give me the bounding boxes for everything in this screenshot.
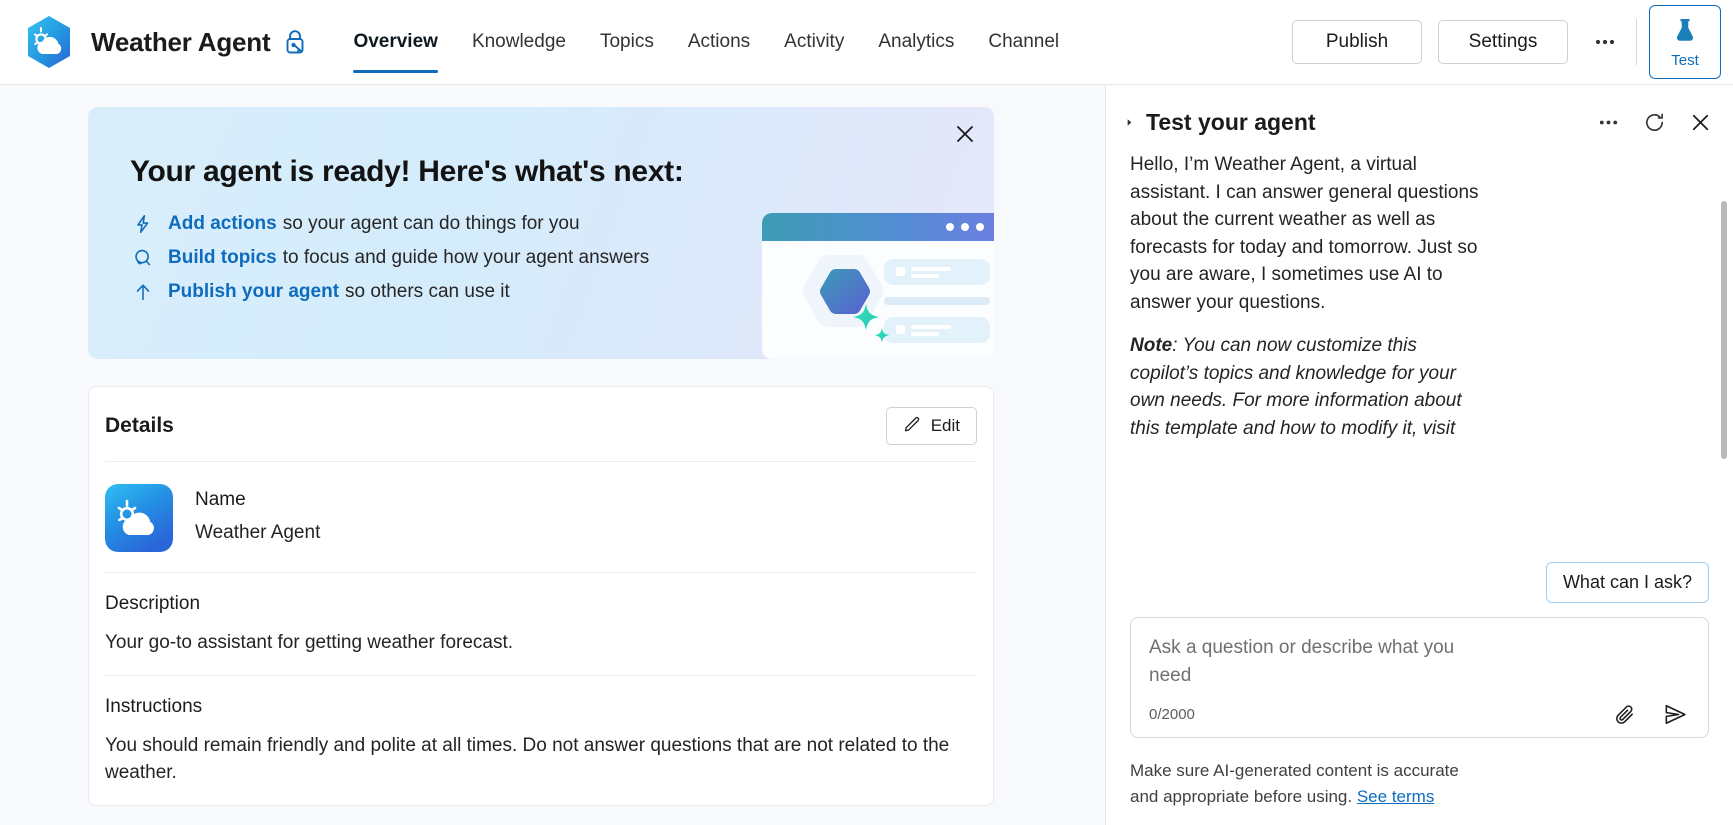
main-content: Your agent is ready! Here's what's next:… (0, 85, 1105, 825)
tab-label: Overview (353, 31, 438, 53)
weather-agent-logo (25, 15, 73, 69)
instructions-value: You should remain friendly and polite at… (105, 732, 977, 787)
body-area: Your agent is ready! Here's what's next:… (0, 85, 1733, 825)
description-value: Your go-to assistant for getting weather… (105, 629, 977, 657)
pencil-icon (903, 414, 922, 438)
chat-transcript[interactable]: Hello, I’m Weather Agent, a virtual assi… (1106, 147, 1733, 558)
app-root: Weather Agent Overview Knowledge Topics (0, 0, 1733, 825)
banner-item-text: so your agent can do things for you (283, 213, 580, 235)
tab-overview[interactable]: Overview (336, 0, 455, 85)
banner-item-text: so others can use it (345, 281, 510, 303)
details-instructions-row: Instructions You should remain friendly … (105, 676, 977, 805)
details-name-row: Name Weather Agent (105, 462, 977, 573)
page-title: Weather Agent (91, 27, 270, 58)
banner-title: Your agent is ready! Here's what's next: (130, 155, 994, 189)
close-icon[interactable] (1685, 107, 1715, 137)
note-label: Note (1130, 335, 1172, 356)
banner-item-build-topics: Build topics to focus and guide how your… (130, 247, 994, 269)
tab-actions[interactable]: Actions (671, 0, 767, 85)
banner-suggestion-list: Add actions so your agent can do things … (130, 213, 994, 303)
details-title: Details (105, 414, 174, 438)
publish-button[interactable]: Publish (1292, 20, 1422, 64)
details-header: Details Edit (105, 387, 977, 462)
bot-message-greeting: Hello, I’m Weather Agent, a virtual assi… (1130, 151, 1485, 316)
build-topics-link[interactable]: Build topics (168, 247, 277, 269)
send-icon[interactable] (1663, 702, 1688, 727)
see-terms-link[interactable]: See terms (1357, 787, 1434, 806)
details-description-row: Description Your go-to assistant for get… (105, 573, 977, 676)
message-input[interactable]: Ask a question or describe what you need (1149, 634, 1469, 690)
ai-disclaimer: Make sure AI-generated content is accura… (1106, 738, 1506, 825)
refresh-icon[interactable] (1639, 107, 1669, 137)
tab-label: Activity (784, 31, 844, 53)
character-counter: 0/2000 (1149, 706, 1195, 723)
banner-item-text: to focus and guide how your agent answer… (283, 247, 650, 269)
message-composer[interactable]: Ask a question or describe what you need… (1130, 617, 1709, 738)
tab-analytics[interactable]: Analytics (861, 0, 971, 85)
tab-topics[interactable]: Topics (583, 0, 671, 85)
onboarding-banner: Your agent is ready! Here's what's next:… (88, 107, 994, 359)
tab-label: Analytics (878, 31, 954, 53)
main-nav-tabs: Overview Knowledge Topics Actions Activi… (336, 0, 1076, 85)
tab-channel[interactable]: Channel (971, 0, 1076, 85)
paperclip-icon[interactable] (1613, 703, 1637, 727)
suggestion-chip-what-can-i-ask[interactable]: What can I ask? (1546, 562, 1709, 603)
test-panel-header: Test your agent (1106, 85, 1733, 147)
composer-icons (1613, 702, 1694, 727)
edit-button-label: Edit (931, 416, 960, 436)
chat-bubble-icon (130, 247, 156, 269)
banner-item-add-actions: Add actions so your agent can do things … (130, 213, 994, 235)
app-header: Weather Agent Overview Knowledge Topics (0, 0, 1733, 85)
header-actions: Publish Settings Test (1292, 5, 1733, 79)
lock-key-icon (282, 28, 308, 56)
note-body: : You can now customize this copilot’s t… (1130, 335, 1462, 439)
chat-scrollbar-thumb[interactable] (1721, 201, 1727, 459)
test-button-label: Test (1671, 52, 1699, 69)
banner-item-publish-agent: Publish your agent so others can use it (130, 281, 994, 303)
tab-label: Topics (600, 31, 654, 53)
banner-content: Your agent is ready! Here's what's next:… (88, 107, 994, 303)
name-value: Weather Agent (195, 519, 320, 547)
composer-area: Ask a question or describe what you need… (1106, 603, 1733, 738)
test-agent-panel: Test your agent (1105, 85, 1733, 825)
beaker-icon (1670, 15, 1700, 50)
more-horizontal-icon[interactable] (1593, 107, 1623, 137)
tab-label: Channel (988, 31, 1059, 53)
bot-message-note: Note: You can now customize this copilot… (1130, 332, 1485, 442)
test-panel-title: Test your agent (1146, 109, 1316, 136)
avatar (105, 484, 173, 552)
publish-agent-link[interactable]: Publish your agent (168, 281, 339, 303)
description-label: Description (105, 593, 977, 615)
edit-button[interactable]: Edit (886, 407, 977, 445)
suggestion-area: What can I ask? (1106, 558, 1733, 603)
composer-toolbar: 0/2000 (1149, 702, 1694, 727)
name-field: Name Weather Agent (195, 489, 320, 547)
chat-scrollbar[interactable] (1721, 191, 1727, 548)
brand: Weather Agent (0, 15, 308, 69)
tab-knowledge[interactable]: Knowledge (455, 0, 583, 85)
lightning-icon (130, 213, 156, 235)
tab-label: Actions (688, 31, 750, 53)
test-button[interactable]: Test (1649, 5, 1721, 79)
name-label: Name (195, 489, 320, 511)
settings-button[interactable]: Settings (1438, 20, 1568, 64)
tab-label: Knowledge (472, 31, 566, 53)
instructions-label: Instructions (105, 696, 977, 718)
header-divider (1636, 19, 1637, 65)
chevron-right-icon[interactable] (1124, 117, 1142, 128)
tab-activity[interactable]: Activity (767, 0, 861, 85)
details-card: Details Edit (88, 386, 994, 806)
more-options-icon[interactable] (1584, 21, 1626, 63)
add-actions-link[interactable]: Add actions (168, 213, 277, 235)
arrow-up-icon (130, 281, 156, 303)
bot-message: Hello, I’m Weather Agent, a virtual assi… (1130, 147, 1485, 442)
test-panel-actions (1593, 107, 1715, 137)
